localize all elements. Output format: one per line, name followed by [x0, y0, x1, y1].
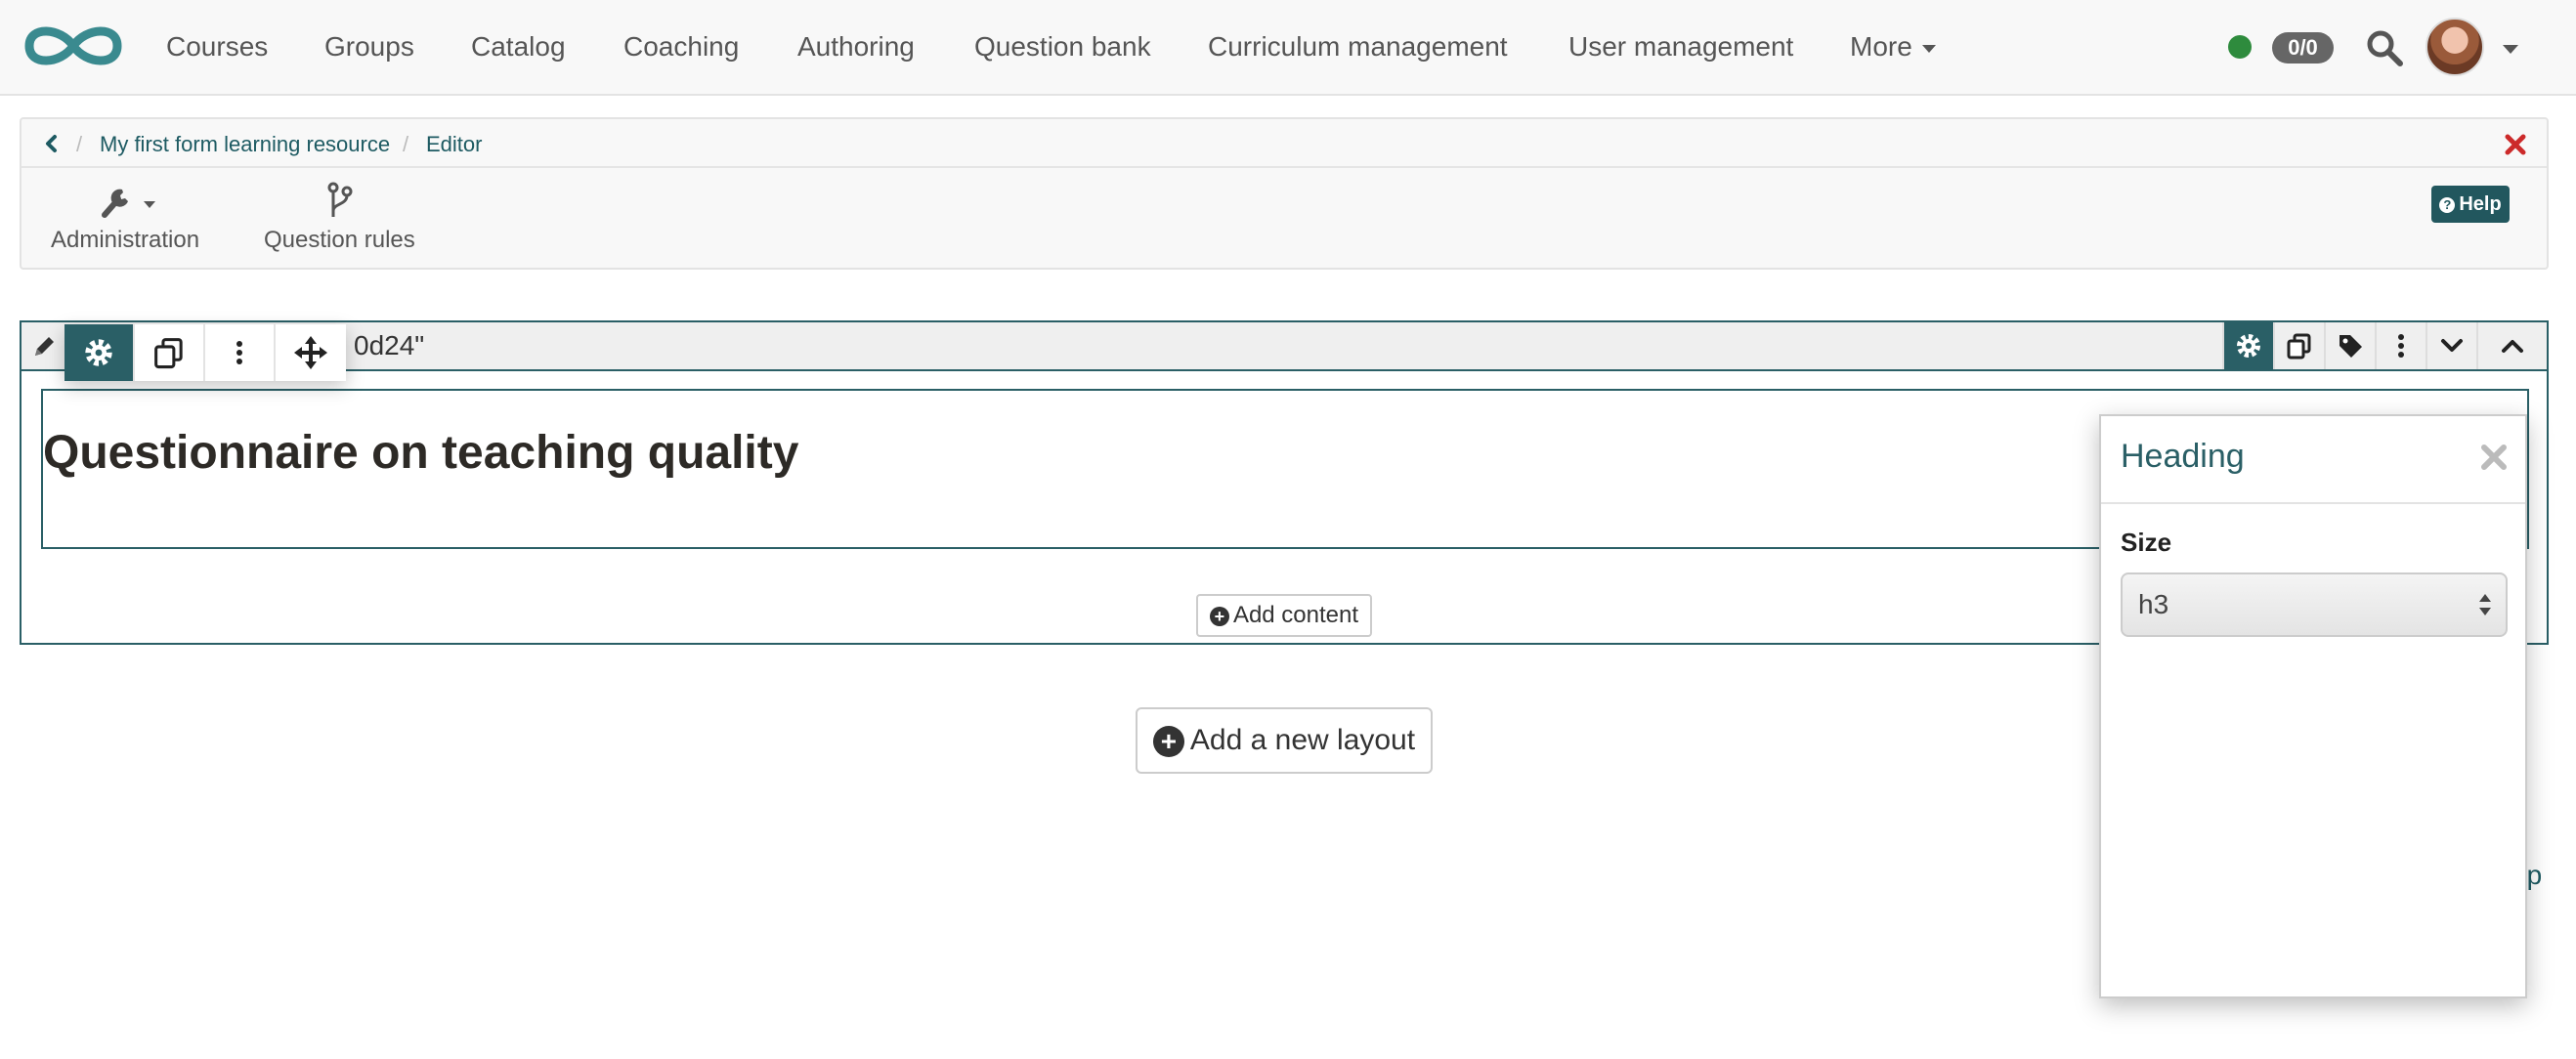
vertical-ellipsis-icon — [2398, 334, 2404, 358]
element-duplicate-button[interactable] — [135, 324, 205, 381]
inspector-divider — [2101, 502, 2525, 504]
nav-curriculum-management[interactable]: Curriculum management — [1208, 31, 1508, 63]
element-more-button[interactable] — [205, 324, 276, 381]
wrench-icon — [102, 189, 156, 218]
layout-duplicate-button[interactable] — [2273, 322, 2324, 369]
heading-text[interactable]: Questionnaire on teaching quality — [43, 426, 798, 480]
size-select-value: h3 — [2138, 589, 2169, 619]
layout-more-button[interactable] — [2375, 322, 2426, 369]
administration-menu[interactable]: Administration — [51, 182, 199, 254]
layout-header: 0d24" — [21, 322, 2547, 371]
branch-icon — [327, 182, 353, 217]
administration-label: Administration — [51, 227, 200, 253]
size-select[interactable]: h3 — [2121, 572, 2508, 637]
counter-badge[interactable]: 0/0 — [2272, 32, 2334, 64]
search-icon[interactable] — [2365, 28, 2404, 67]
element-settings-button[interactable] — [64, 324, 135, 381]
question-rules-button[interactable]: Question rules — [264, 182, 415, 254]
chevron-left-icon[interactable] — [41, 133, 63, 154]
copy-icon — [154, 338, 183, 369]
layout-tag-button[interactable] — [2324, 322, 2375, 369]
nav-more[interactable]: More — [1850, 31, 1936, 63]
close-icon[interactable] — [2504, 133, 2527, 156]
pencil-icon[interactable] — [31, 334, 57, 360]
gear-icon — [2237, 334, 2260, 358]
nav-user-management[interactable]: User management — [1568, 31, 1793, 63]
user-avatar[interactable] — [2426, 18, 2484, 76]
close-icon[interactable] — [2476, 440, 2512, 475]
vertical-ellipsis-icon — [236, 341, 242, 364]
help-button[interactable]: ? Help — [2431, 186, 2510, 223]
copy-icon — [2287, 333, 2311, 360]
plus-circle-icon: + — [1209, 606, 1229, 626]
caret-down-icon — [1921, 44, 1936, 53]
nav-question-bank[interactable]: Question bank — [974, 31, 1151, 63]
element-move-handle[interactable] — [276, 324, 346, 381]
nav-authoring[interactable]: Authoring — [797, 31, 915, 63]
question-circle-icon: ? — [2439, 197, 2456, 213]
add-content-label: Add content — [1232, 602, 1359, 628]
nav-courses[interactable]: Courses — [166, 31, 268, 63]
nav-coaching[interactable]: Coaching — [623, 31, 739, 63]
breadcrumb-separator: / — [76, 132, 83, 156]
nav-more-label: More — [1850, 31, 1912, 62]
breadcrumb-separator: / — [403, 132, 409, 156]
chevron-down-icon — [2441, 339, 2463, 352]
breadcrumb: / My first form learning resource / Edit… — [21, 119, 2547, 168]
nav-groups[interactable]: Groups — [324, 31, 414, 63]
element-floating-toolbar — [64, 324, 346, 381]
online-status-dot[interactable] — [2228, 35, 2252, 59]
move-down-button[interactable] — [2426, 322, 2476, 369]
top-navbar: Courses Groups Catalog Coaching Authorin… — [0, 0, 2576, 96]
breadcrumb-resource[interactable]: My first form learning resource — [100, 132, 390, 157]
heading-inspector-panel: Heading Size h3 — [2099, 414, 2527, 998]
add-layout-label: Add a new layout — [1189, 724, 1416, 756]
inspector-title: Heading — [2121, 438, 2245, 475]
nav-catalog[interactable]: Catalog — [471, 31, 566, 63]
logo-infinity-icon[interactable] — [21, 20, 125, 72]
layout-settings-button[interactable] — [2222, 322, 2273, 369]
chevron-up-icon — [2502, 340, 2523, 353]
tag-icon — [2340, 335, 2362, 358]
move-arrows-icon — [294, 336, 327, 369]
plus-circle-icon: + — [1152, 726, 1184, 758]
add-content-button[interactable]: + Add content — [1196, 594, 1372, 637]
select-arrows-icon — [2479, 594, 2491, 615]
help-label: Help — [2459, 193, 2502, 215]
add-layout-button[interactable]: + Add a new layout — [1136, 707, 1433, 774]
user-menu-caret-icon[interactable] — [2503, 45, 2518, 54]
breadcrumb-editor[interactable]: Editor — [426, 132, 482, 157]
move-up-button[interactable] — [2476, 322, 2547, 369]
gear-icon — [85, 339, 112, 366]
editor-toolbar-panel: / My first form learning resource / Edit… — [20, 117, 2549, 270]
question-rules-label: Question rules — [264, 227, 415, 253]
layout-title: 0d24" — [354, 330, 425, 360]
size-label: Size — [2121, 528, 2172, 557]
